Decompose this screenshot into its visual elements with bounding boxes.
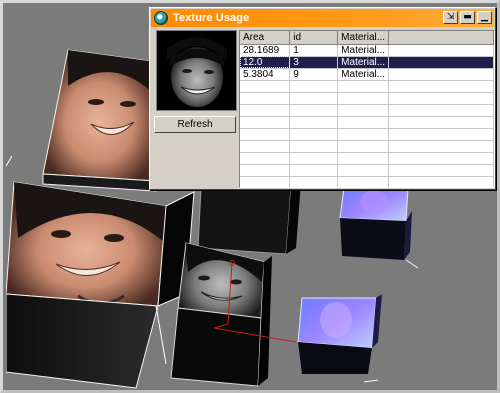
table-cell-material: Material...: [337, 44, 390, 57]
table-cell-empty: [289, 116, 339, 129]
table-row-empty: [240, 92, 494, 105]
table-cell-empty: [337, 140, 390, 153]
texture-table[interactable]: Area id Material... 28.1689 1 Material... 1…: [239, 30, 495, 188]
table-cell-area: 12.0: [240, 56, 291, 69]
table-cell-empty: [240, 80, 291, 93]
table-row[interactable]: 12.0 3 Material...: [240, 56, 494, 69]
table-cell-empty: [289, 104, 339, 117]
table-row-empty: [240, 128, 494, 141]
column-header-empty[interactable]: [388, 31, 494, 45]
table-cell-id: 9: [289, 68, 339, 81]
app-logo-icon: [154, 11, 168, 25]
table-cell-empty: [337, 128, 390, 141]
textured-cube-gray-center[interactable]: [170, 242, 297, 387]
table-row[interactable]: 28.1689 1 Material...: [240, 44, 494, 57]
table-cell-empty: [337, 104, 390, 117]
table-cell-empty: [240, 104, 291, 117]
table-cell-area: 28.1689: [240, 44, 291, 57]
table-row-empty: [240, 116, 494, 129]
table-cell-empty: [289, 164, 339, 177]
table-header-row: Area id Material...: [240, 31, 494, 45]
table-cell-empty: [388, 176, 494, 187]
pin-button[interactable]: ⇲: [443, 11, 458, 24]
table-cell-empty: [289, 128, 339, 141]
table-row-empty: [240, 80, 494, 93]
texture-usage-window[interactable]: Texture Usage ⇲ ▬ ▁ Refresh Area id Mate…: [149, 7, 496, 190]
texture-table-grid: Area id Material... 28.1689 1 Material... 1…: [240, 31, 494, 187]
table-cell-id: 1: [289, 44, 339, 57]
table-cell-empty: [388, 56, 494, 69]
table-cell-empty: [388, 128, 494, 141]
screenshot-frame: Texture Usage ⇲ ▬ ▁ Refresh Area id Mate…: [0, 0, 500, 393]
refresh-button[interactable]: Refresh: [154, 116, 236, 133]
table-cell-empty: [337, 152, 390, 165]
table-cell-empty: [337, 164, 390, 177]
table-cell-empty: [240, 92, 291, 105]
table-cell-empty: [388, 164, 494, 177]
table-row-empty: [240, 176, 494, 187]
table-cell-empty: [388, 104, 494, 117]
table-cell-material: Material...: [337, 56, 390, 69]
table-cell-empty: [337, 80, 390, 93]
minimize-button[interactable]: ▬: [460, 11, 475, 24]
table-cell-empty: [388, 116, 494, 129]
table-cell-empty: [240, 128, 291, 141]
table-cell-empty: [240, 140, 291, 153]
table-cell-empty: [289, 140, 339, 153]
textured-cube-large-left[interactable]: [6, 181, 195, 389]
close-button[interactable]: ▁: [477, 11, 492, 24]
column-header-material[interactable]: Material...: [337, 31, 390, 45]
table-cell-empty: [240, 164, 291, 177]
textured-cube-blue-back[interactable]: [339, 187, 412, 260]
table-cell-empty: [388, 68, 494, 81]
table-cell-id: 3: [289, 56, 339, 69]
table-row-empty: [240, 104, 494, 117]
textured-cube-blue-small[interactable]: [297, 294, 382, 374]
table-cell-empty: [337, 176, 390, 187]
table-cell-empty: [388, 92, 494, 105]
table-cell-empty: [388, 140, 494, 153]
table-cell-empty: [240, 176, 291, 187]
column-header-id[interactable]: id: [289, 31, 339, 45]
window-title: Texture Usage: [173, 12, 250, 24]
table-cell-empty: [289, 152, 339, 165]
table-row-empty: [240, 152, 494, 165]
textured-cube-dark-back[interactable]: [197, 182, 301, 255]
table-cell-empty: [337, 92, 390, 105]
table-cell-area: 5.3804: [240, 68, 291, 81]
table-cell-empty: [388, 44, 494, 57]
table-cell-empty: [388, 80, 494, 93]
table-cell-empty: [289, 80, 339, 93]
table-row-empty: [240, 140, 494, 153]
table-cell-empty: [289, 176, 339, 187]
column-header-area[interactable]: Area: [240, 31, 291, 45]
table-cell-empty: [240, 152, 291, 165]
table-row[interactable]: 5.3804 9 Material...: [240, 68, 494, 81]
textured-cube-top-left[interactable]: [42, 49, 157, 192]
window-titlebar[interactable]: Texture Usage ⇲ ▬ ▁: [151, 9, 494, 27]
table-cell-empty: [388, 152, 494, 165]
table-cell-empty: [240, 116, 291, 129]
window-controls: ⇲ ▬ ▁: [443, 11, 492, 24]
table-cell-material: Material...: [337, 68, 390, 81]
table-row-empty: [240, 164, 494, 177]
table-cell-empty: [337, 116, 390, 129]
table-cell-empty: [289, 92, 339, 105]
texture-preview-image: [156, 30, 237, 111]
